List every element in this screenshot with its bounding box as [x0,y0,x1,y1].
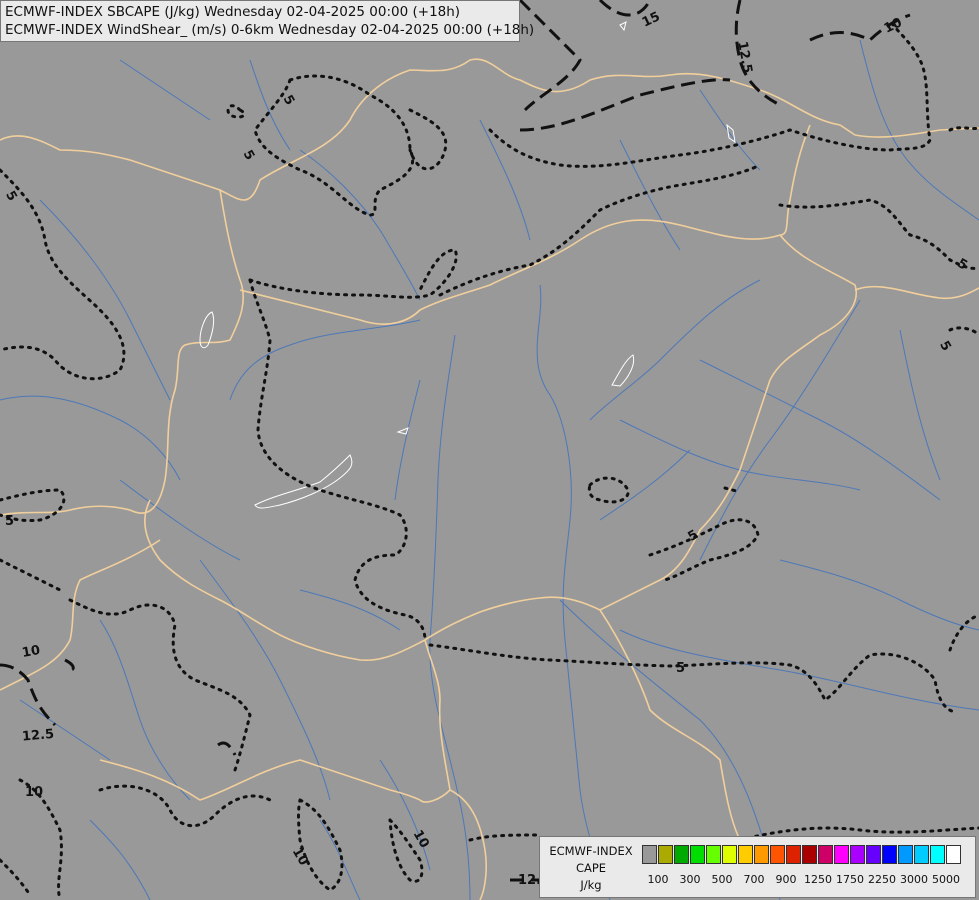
legend-tick-label: 700 [743,873,765,886]
legend-swatch [690,845,705,864]
legend-color-scale [642,845,962,864]
legend-swatch [770,845,785,864]
legend-swatch [834,845,849,864]
contour-label: 12.5 [21,727,54,745]
legend-parameter: CAPE [575,861,607,875]
title-line-2: ECMWF-INDEX WindShear_ (m/s) 0-6km Wedne… [5,22,535,38]
legend-swatch [818,845,833,864]
legend-swatch [946,845,961,864]
map-title-box: ECMWF-INDEX SBCAPE (J/kg) Wednesday 02-0… [0,0,535,42]
contour-label: 10 [21,643,41,661]
legend-swatch [930,845,945,864]
legend-tick-label: 300 [679,873,701,886]
legend-tick-label: 1250 [804,873,832,886]
legend-tick-label: 5000 [932,873,960,886]
legend-tick-label: 100 [647,873,669,886]
cape-legend: ECMWF-INDEX CAPE J/kg 100 300 500 700 900 125… [539,836,976,898]
legend-source: ECMWF-INDEX [549,844,633,858]
legend-swatch [850,845,865,864]
legend-tick-label: 2250 [868,873,896,886]
legend-swatch [706,845,721,864]
contour-label: 5 [676,661,685,676]
contour-label: 10 [25,785,43,800]
contour-label: 5 [5,514,14,529]
legend-unit: J/kg [580,878,602,892]
legend-swatch [786,845,801,864]
legend-swatch [882,845,897,864]
title-line-1: ECMWF-INDEX SBCAPE (J/kg) Wednesday 02-0… [5,4,461,20]
legend-swatch [754,845,769,864]
legend-swatch [866,845,881,864]
legend-swatch [658,845,673,864]
legend-tick-label: 3000 [900,873,928,886]
legend-tick-labels: 100 300 500 700 900 1250 1750 2250 3000 5000 [642,873,972,889]
weather-map: 15 10 12.5 5 5 5 5 5 5 5 5 10 12.5 10 10… [0,0,979,900]
legend-tick-label: 900 [775,873,797,886]
legend-swatch [674,845,689,864]
legend-swatch [738,845,753,864]
legend-swatch [914,845,929,864]
legend-swatch [898,845,913,864]
legend-swatch [722,845,737,864]
legend-swatch [642,845,657,864]
legend-swatch [802,845,817,864]
legend-tick-label: 1750 [836,873,864,886]
legend-tick-label: 500 [711,873,733,886]
